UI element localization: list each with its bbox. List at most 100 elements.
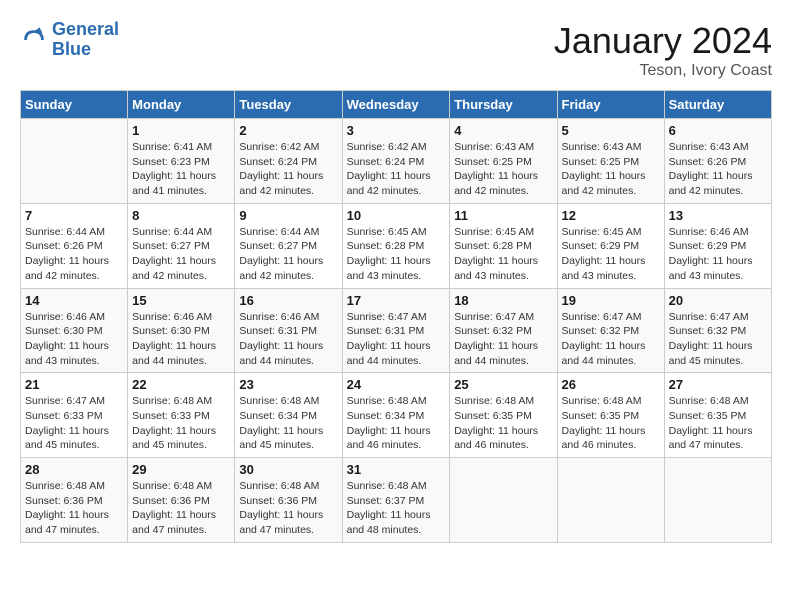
cell-date: 21 bbox=[25, 377, 123, 392]
cell-info: Sunrise: 6:45 AM Sunset: 6:28 PM Dayligh… bbox=[454, 225, 552, 284]
calendar-cell: 18 Sunrise: 6:47 AM Sunset: 6:32 PM Dayli… bbox=[450, 288, 557, 373]
cell-info: Sunrise: 6:41 AM Sunset: 6:23 PM Dayligh… bbox=[132, 140, 230, 199]
cell-info: Sunrise: 6:43 AM Sunset: 6:25 PM Dayligh… bbox=[562, 140, 660, 199]
cell-info: Sunrise: 6:48 AM Sunset: 6:33 PM Dayligh… bbox=[132, 394, 230, 453]
cell-info: Sunrise: 6:48 AM Sunset: 6:36 PM Dayligh… bbox=[239, 479, 337, 538]
cell-date: 25 bbox=[454, 377, 552, 392]
cell-info: Sunrise: 6:46 AM Sunset: 6:30 PM Dayligh… bbox=[132, 310, 230, 369]
cell-date: 30 bbox=[239, 462, 337, 477]
cell-info: Sunrise: 6:46 AM Sunset: 6:30 PM Dayligh… bbox=[25, 310, 123, 369]
header: General Blue January 2024 Teson, Ivory C… bbox=[20, 20, 772, 80]
calendar-cell: 17 Sunrise: 6:47 AM Sunset: 6:31 PM Dayli… bbox=[342, 288, 450, 373]
cell-date: 26 bbox=[562, 377, 660, 392]
calendar-cell: 4 Sunrise: 6:43 AM Sunset: 6:25 PM Daylig… bbox=[450, 119, 557, 204]
cell-info: Sunrise: 6:48 AM Sunset: 6:34 PM Dayligh… bbox=[239, 394, 337, 453]
cell-date: 5 bbox=[562, 123, 660, 138]
calendar-cell: 10 Sunrise: 6:45 AM Sunset: 6:28 PM Dayli… bbox=[342, 203, 450, 288]
calendar-cell: 23 Sunrise: 6:48 AM Sunset: 6:34 PM Dayli… bbox=[235, 373, 342, 458]
cell-info: Sunrise: 6:48 AM Sunset: 6:36 PM Dayligh… bbox=[132, 479, 230, 538]
logo-icon bbox=[20, 26, 48, 54]
calendar-cell: 20Sunrise: 6:47 AM Sunset: 6:32 PM Dayli… bbox=[664, 288, 771, 373]
cell-date: 17 bbox=[347, 293, 446, 308]
day-header-tuesday: Tuesday bbox=[235, 91, 342, 119]
calendar-cell: 8 Sunrise: 6:44 AM Sunset: 6:27 PM Daylig… bbox=[128, 203, 235, 288]
cell-info: Sunrise: 6:47 AM Sunset: 6:32 PM Dayligh… bbox=[454, 310, 552, 369]
calendar-cell: 16Sunrise: 6:46 AM Sunset: 6:31 PM Dayli… bbox=[235, 288, 342, 373]
cell-info: Sunrise: 6:45 AM Sunset: 6:29 PM Dayligh… bbox=[562, 225, 660, 284]
cell-info: Sunrise: 6:43 AM Sunset: 6:25 PM Dayligh… bbox=[454, 140, 552, 199]
calendar-cell: 26 Sunrise: 6:48 AM Sunset: 6:35 PM Dayli… bbox=[557, 373, 664, 458]
calendar-subtitle: Teson, Ivory Coast bbox=[554, 62, 772, 80]
calendar-table: SundayMondayTuesdayWednesdayThursdayFrid… bbox=[20, 90, 772, 543]
calendar-cell: 21 Sunrise: 6:47 AM Sunset: 6:33 PM Dayli… bbox=[21, 373, 128, 458]
calendar-cell bbox=[557, 458, 664, 543]
calendar-cell: 14 Sunrise: 6:46 AM Sunset: 6:30 PM Dayli… bbox=[21, 288, 128, 373]
calendar-cell bbox=[450, 458, 557, 543]
week-row-1: 1 Sunrise: 6:41 AM Sunset: 6:23 PM Daylig… bbox=[21, 119, 772, 204]
calendar-cell: 13 Sunrise: 6:46 AM Sunset: 6:29 PM Dayli… bbox=[664, 203, 771, 288]
cell-info: Sunrise: 6:47 AM Sunset: 6:32 PM Dayligh… bbox=[562, 310, 660, 369]
cell-info: Sunrise: 6:48 AM Sunset: 6:36 PM Dayligh… bbox=[25, 479, 123, 538]
cell-date: 13 bbox=[669, 208, 767, 223]
cell-info: Sunrise: 6:42 AM Sunset: 6:24 PM Dayligh… bbox=[347, 140, 446, 199]
cell-date: 12 bbox=[562, 208, 660, 223]
cell-date: 1 bbox=[132, 123, 230, 138]
cell-info: Sunrise: 6:48 AM Sunset: 6:35 PM Dayligh… bbox=[562, 394, 660, 453]
cell-date: 18 bbox=[454, 293, 552, 308]
calendar-cell: 30 Sunrise: 6:48 AM Sunset: 6:36 PM Dayli… bbox=[235, 458, 342, 543]
cell-info: Sunrise: 6:48 AM Sunset: 6:34 PM Dayligh… bbox=[347, 394, 446, 453]
cell-date: 8 bbox=[132, 208, 230, 223]
cell-date: 9 bbox=[239, 208, 337, 223]
cell-date: 22 bbox=[132, 377, 230, 392]
cell-info: Sunrise: 6:48 AM Sunset: 6:35 PM Dayligh… bbox=[669, 394, 767, 453]
calendar-title: January 2024 bbox=[554, 20, 772, 62]
cell-date: 2 bbox=[239, 123, 337, 138]
cell-date: 23 bbox=[239, 377, 337, 392]
cell-info: Sunrise: 6:47 AM Sunset: 6:31 PM Dayligh… bbox=[347, 310, 446, 369]
calendar-cell: 28 Sunrise: 6:48 AM Sunset: 6:36 PM Dayli… bbox=[21, 458, 128, 543]
week-row-2: 7Sunrise: 6:44 AM Sunset: 6:26 PM Daylig… bbox=[21, 203, 772, 288]
calendar-cell: 24 Sunrise: 6:48 AM Sunset: 6:34 PM Dayli… bbox=[342, 373, 450, 458]
calendar-cell: 22 Sunrise: 6:48 AM Sunset: 6:33 PM Dayli… bbox=[128, 373, 235, 458]
calendar-cell: 7Sunrise: 6:44 AM Sunset: 6:26 PM Daylig… bbox=[21, 203, 128, 288]
day-header-wednesday: Wednesday bbox=[342, 91, 450, 119]
cell-info: Sunrise: 6:46 AM Sunset: 6:29 PM Dayligh… bbox=[669, 225, 767, 284]
cell-info: Sunrise: 6:42 AM Sunset: 6:24 PM Dayligh… bbox=[239, 140, 337, 199]
week-row-4: 21 Sunrise: 6:47 AM Sunset: 6:33 PM Dayli… bbox=[21, 373, 772, 458]
cell-date: 14 bbox=[25, 293, 123, 308]
cell-info: Sunrise: 6:44 AM Sunset: 6:27 PM Dayligh… bbox=[132, 225, 230, 284]
logo-text: General Blue bbox=[52, 20, 119, 60]
cell-date: 6 bbox=[669, 123, 767, 138]
cell-date: 29 bbox=[132, 462, 230, 477]
calendar-cell: 11 Sunrise: 6:45 AM Sunset: 6:28 PM Dayli… bbox=[450, 203, 557, 288]
cell-info: Sunrise: 6:48 AM Sunset: 6:35 PM Dayligh… bbox=[454, 394, 552, 453]
calendar-cell: 29 Sunrise: 6:48 AM Sunset: 6:36 PM Dayli… bbox=[128, 458, 235, 543]
cell-date: 11 bbox=[454, 208, 552, 223]
cell-date: 27 bbox=[669, 377, 767, 392]
cell-info: Sunrise: 6:45 AM Sunset: 6:28 PM Dayligh… bbox=[347, 225, 446, 284]
cell-date: 24 bbox=[347, 377, 446, 392]
cell-date: 4 bbox=[454, 123, 552, 138]
day-header-friday: Friday bbox=[557, 91, 664, 119]
cell-info: Sunrise: 6:48 AM Sunset: 6:37 PM Dayligh… bbox=[347, 479, 446, 538]
cell-date: 3 bbox=[347, 123, 446, 138]
calendar-cell: 19 Sunrise: 6:47 AM Sunset: 6:32 PM Dayli… bbox=[557, 288, 664, 373]
logo: General Blue bbox=[20, 20, 119, 60]
cell-date: 10 bbox=[347, 208, 446, 223]
calendar-cell: 25 Sunrise: 6:48 AM Sunset: 6:35 PM Dayli… bbox=[450, 373, 557, 458]
cell-date: 20 bbox=[669, 293, 767, 308]
day-header-saturday: Saturday bbox=[664, 91, 771, 119]
title-section: January 2024 Teson, Ivory Coast bbox=[554, 20, 772, 80]
calendar-cell: 27 Sunrise: 6:48 AM Sunset: 6:35 PM Dayli… bbox=[664, 373, 771, 458]
calendar-cell: 6Sunrise: 6:43 AM Sunset: 6:26 PM Daylig… bbox=[664, 119, 771, 204]
cell-date: 19 bbox=[562, 293, 660, 308]
calendar-cell: 1 Sunrise: 6:41 AM Sunset: 6:23 PM Daylig… bbox=[128, 119, 235, 204]
calendar-cell bbox=[664, 458, 771, 543]
cell-info: Sunrise: 6:47 AM Sunset: 6:33 PM Dayligh… bbox=[25, 394, 123, 453]
cell-info: Sunrise: 6:46 AM Sunset: 6:31 PM Dayligh… bbox=[239, 310, 337, 369]
cell-date: 15 bbox=[132, 293, 230, 308]
cell-date: 31 bbox=[347, 462, 446, 477]
day-header-monday: Monday bbox=[128, 91, 235, 119]
cell-date: 28 bbox=[25, 462, 123, 477]
calendar-cell bbox=[21, 119, 128, 204]
